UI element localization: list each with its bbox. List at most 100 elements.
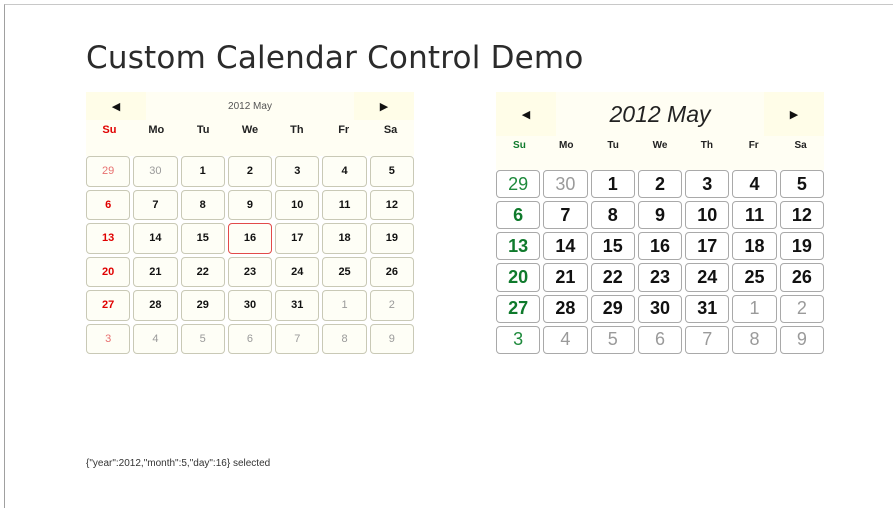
day-cell[interactable]: 21 [133, 256, 178, 287]
day-cell[interactable]: 30 [637, 294, 683, 323]
next-month-button[interactable]: ▶ [764, 92, 824, 136]
day-cell[interactable]: 24 [275, 256, 320, 287]
day-cell[interactable]: 26 [369, 256, 414, 287]
day-cell[interactable]: 6 [637, 325, 683, 354]
day-cell[interactable]: 28 [133, 290, 178, 321]
day-cell[interactable]: 5 [779, 170, 824, 199]
day-cell[interactable]: 29 [180, 290, 225, 321]
month-label: 2012 May [609, 100, 711, 127]
day-cell[interactable]: 10 [685, 201, 730, 230]
weekday-label: Fr [748, 139, 759, 151]
day-cell[interactable]: 9 [637, 201, 683, 230]
arrow-left-icon: ◀ [521, 108, 531, 121]
weekday-label: We [652, 139, 668, 151]
day-cell[interactable]: 1 [590, 170, 635, 199]
day-cell[interactable]: 8 [180, 189, 225, 220]
day-cell[interactable]: 17 [275, 223, 320, 254]
day-cell[interactable]: 3 [86, 323, 131, 354]
day-cell[interactable]: 27 [86, 290, 131, 321]
calendar-large: ◀ 2012 May ▶ Su Mo Tu We Th Fr Sa 29 30 1 2… [496, 92, 824, 354]
day-cell[interactable]: 15 [590, 232, 635, 261]
day-cell[interactable]: 3 [685, 170, 730, 199]
day-cell[interactable]: 31 [275, 290, 320, 321]
day-cell[interactable]: 2 [227, 156, 273, 187]
day-cell[interactable]: 5 [180, 323, 225, 354]
day-cell-selected[interactable]: 16 [227, 223, 273, 254]
day-cell[interactable]: 14 [133, 223, 178, 254]
calendar-header: ◀ 2012 May ▶ [86, 92, 414, 120]
day-cell[interactable]: 8 [590, 201, 635, 230]
day-cell[interactable]: 10 [275, 189, 320, 220]
day-cell[interactable]: 27 [496, 294, 541, 323]
day-cell[interactable]: 19 [779, 232, 824, 261]
day-cell[interactable]: 20 [496, 263, 541, 292]
day-cell[interactable]: 29 [496, 170, 541, 199]
day-cell[interactable]: 30 [543, 170, 588, 199]
day-cell[interactable]: 3 [496, 325, 541, 354]
day-cell[interactable]: 25 [732, 263, 777, 292]
day-cell[interactable]: 13 [86, 223, 131, 254]
prev-month-button[interactable]: ◀ [496, 92, 556, 136]
weekday-label: Fr [338, 124, 350, 136]
day-cell[interactable]: 9 [779, 325, 824, 354]
day-cell[interactable]: 18 [732, 232, 777, 261]
day-cell[interactable]: 3 [275, 156, 320, 187]
day-cell[interactable]: 1 [322, 290, 367, 321]
day-cell[interactable]: 15 [180, 223, 225, 254]
day-cell[interactable]: 22 [180, 256, 225, 287]
day-cell[interactable]: 4 [543, 325, 588, 354]
day-cell[interactable]: 5 [369, 156, 414, 187]
day-cell-selected[interactable]: 16 [637, 232, 683, 261]
day-cell[interactable]: 23 [637, 263, 683, 292]
day-cell[interactable]: 26 [779, 263, 824, 292]
day-cell[interactable]: 13 [496, 232, 541, 261]
day-cell[interactable]: 8 [732, 325, 777, 354]
day-cell[interactable]: 2 [779, 294, 824, 323]
weekday-label: Th [290, 124, 304, 136]
day-cell[interactable]: 2 [637, 170, 683, 199]
weekday-label: Tu [196, 124, 210, 136]
day-cell[interactable]: 24 [685, 263, 730, 292]
day-cell[interactable]: 29 [590, 294, 635, 323]
day-cell[interactable]: 25 [322, 256, 367, 287]
day-cell[interactable]: 17 [685, 232, 730, 261]
weekday-label: Su [102, 124, 117, 136]
day-cell[interactable]: 30 [133, 156, 178, 187]
day-cell[interactable]: 1 [732, 294, 777, 323]
day-cell[interactable]: 18 [322, 223, 367, 254]
day-cell[interactable]: 29 [86, 156, 131, 187]
day-cell[interactable]: 31 [685, 294, 730, 323]
weekday-label: Tu [607, 139, 619, 151]
day-cell[interactable]: 9 [369, 323, 414, 354]
day-cell[interactable]: 1 [180, 156, 225, 187]
day-cell[interactable]: 9 [227, 189, 273, 220]
day-cell[interactable]: 23 [227, 256, 273, 287]
day-cell[interactable]: 12 [369, 189, 414, 220]
day-cell[interactable]: 30 [227, 290, 273, 321]
day-cell[interactable]: 5 [590, 325, 635, 354]
next-month-button[interactable]: ▶ [354, 92, 414, 120]
day-cell[interactable]: 21 [543, 263, 588, 292]
day-cell[interactable]: 4 [732, 170, 777, 199]
day-cell[interactable]: 8 [322, 323, 367, 354]
day-cell[interactable]: 6 [227, 323, 273, 354]
day-cell[interactable]: 12 [779, 201, 824, 230]
day-cell[interactable]: 19 [369, 223, 414, 254]
weekday-label: Sa [383, 124, 398, 136]
day-cell[interactable]: 22 [590, 263, 635, 292]
day-cell[interactable]: 2 [369, 290, 414, 321]
prev-month-button[interactable]: ◀ [86, 92, 146, 120]
day-cell[interactable]: 6 [496, 201, 541, 230]
day-cell[interactable]: 6 [86, 189, 131, 220]
day-cell[interactable]: 11 [322, 189, 367, 220]
day-cell[interactable]: 7 [133, 189, 178, 220]
day-cell[interactable]: 7 [685, 325, 730, 354]
day-cell[interactable]: 7 [275, 323, 320, 354]
day-cell[interactable]: 11 [732, 201, 777, 230]
day-cell[interactable]: 4 [133, 323, 178, 354]
day-cell[interactable]: 7 [543, 201, 588, 230]
day-cell[interactable]: 20 [86, 256, 131, 287]
day-cell[interactable]: 4 [322, 156, 367, 187]
day-cell[interactable]: 28 [543, 294, 588, 323]
day-cell[interactable]: 14 [543, 232, 588, 261]
